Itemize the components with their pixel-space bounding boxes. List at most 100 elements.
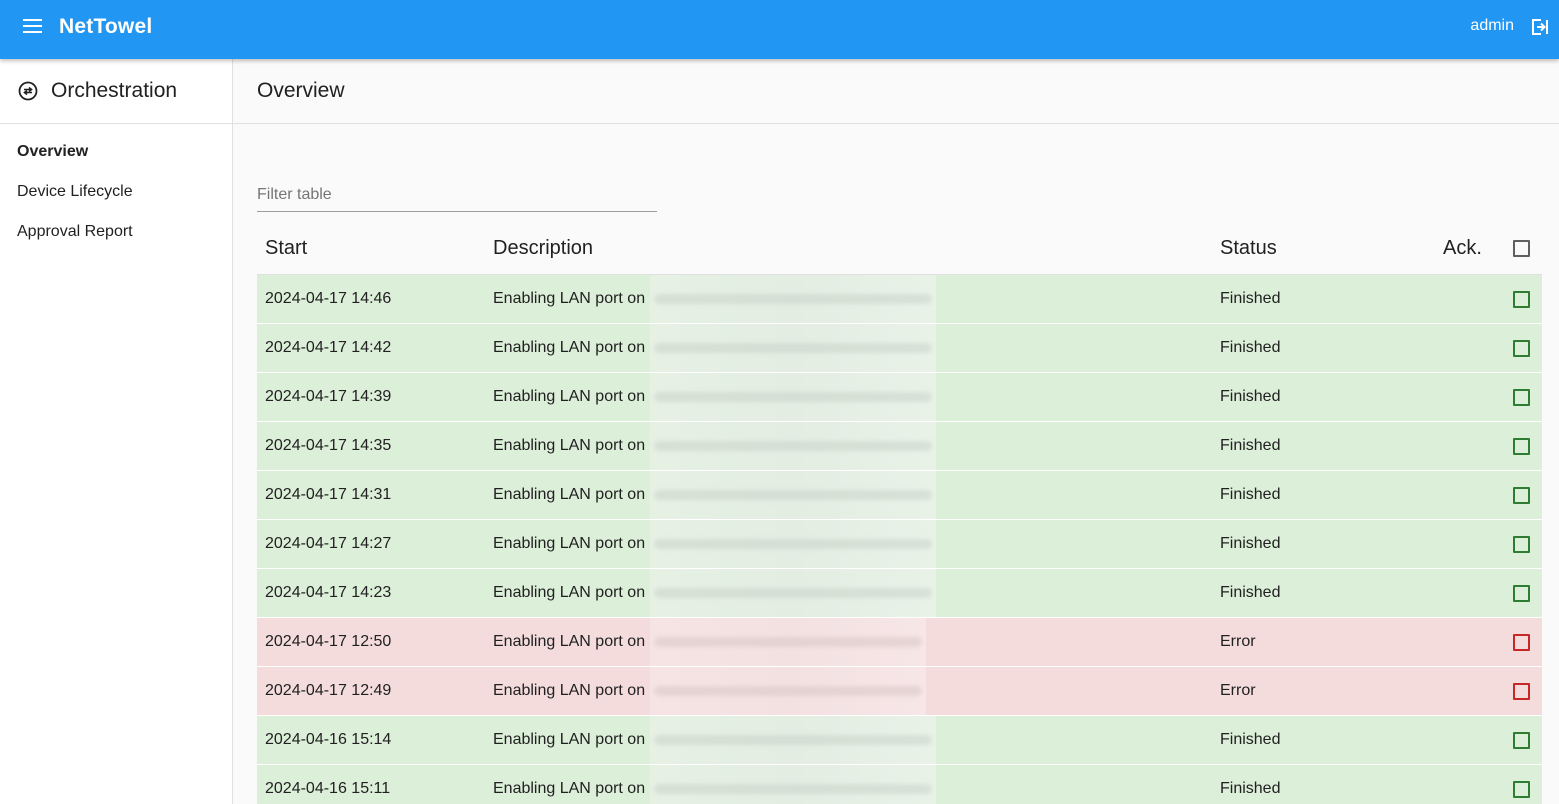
row-start-time: 2024-04-17 14:35 (265, 437, 392, 454)
row-description-text: Enabling LAN port on (493, 682, 646, 699)
row-status: Finished (1220, 486, 1281, 503)
table-row[interactable]: 2024-04-17 14:39 Enabling LAN port on Fin… (257, 373, 1542, 422)
redacted-device-name (649, 324, 936, 372)
sync-arrows-icon (18, 81, 38, 101)
row-description: Enabling LAN port on (493, 618, 926, 666)
row-ack-checkbox[interactable] (1513, 781, 1530, 798)
row-ack-checkbox[interactable] (1513, 389, 1530, 406)
row-ack-checkbox[interactable] (1513, 634, 1530, 651)
row-description: Enabling LAN port on (493, 569, 936, 617)
sidebar-nav: Overview Device Lifecycle Approval Repor… (0, 124, 232, 258)
row-description-text: Enabling LAN port on (493, 780, 646, 797)
row-description: Enabling LAN port on (493, 275, 936, 323)
row-ack-checkbox[interactable] (1513, 340, 1530, 357)
select-all-checkbox[interactable] (1513, 240, 1530, 257)
row-description: Enabling LAN port on (493, 471, 936, 519)
row-ack-checkbox[interactable] (1513, 683, 1530, 700)
row-description-text: Enabling LAN port on (493, 584, 646, 601)
redacted-device-name (649, 569, 936, 617)
menu-icon[interactable] (23, 19, 43, 35)
row-description-text: Enabling LAN port on (493, 633, 646, 650)
row-ack-checkbox[interactable] (1513, 438, 1530, 455)
row-start-time: 2024-04-17 12:50 (265, 633, 392, 650)
row-description-text: Enabling LAN port on (493, 339, 646, 356)
row-description-text: Enabling LAN port on (493, 290, 646, 307)
row-start-time: 2024-04-17 14:23 (265, 584, 392, 601)
table-row[interactable]: 2024-04-17 12:50 Enabling LAN port on Err… (257, 618, 1542, 667)
row-ack-checkbox[interactable] (1513, 732, 1530, 749)
row-status: Error (1220, 682, 1256, 699)
row-description-text: Enabling LAN port on (493, 535, 646, 552)
column-header-status[interactable]: Status (1220, 237, 1277, 260)
row-description-text: Enabling LAN port on (493, 486, 646, 503)
row-status: Error (1220, 633, 1256, 650)
row-ack-checkbox[interactable] (1513, 291, 1530, 308)
redacted-device-name (649, 422, 936, 470)
tasks-table: Start Description Status Ack. 2024-04-17… (257, 223, 1542, 804)
sidebar-item-approval-report[interactable]: Approval Report (0, 218, 232, 258)
table-row[interactable]: 2024-04-17 14:35 Enabling LAN port on Fin… (257, 422, 1542, 471)
row-start-time: 2024-04-17 14:31 (265, 486, 392, 503)
row-status: Finished (1220, 339, 1281, 356)
redacted-device-name (649, 471, 936, 519)
row-status: Finished (1220, 437, 1281, 454)
table-row[interactable]: 2024-04-16 15:14 Enabling LAN port on Fin… (257, 716, 1542, 765)
row-start-time: 2024-04-16 15:11 (265, 780, 391, 797)
table-row[interactable]: 2024-04-17 14:46 Enabling LAN port on Fin… (257, 275, 1542, 324)
redacted-device-name (649, 667, 926, 715)
sidebar-item-overview[interactable]: Overview (0, 138, 232, 178)
table-header: Start Description Status Ack. (257, 223, 1542, 275)
row-start-time: 2024-04-17 14:42 (265, 339, 392, 356)
row-status: Finished (1220, 731, 1281, 748)
row-status: Finished (1220, 388, 1281, 405)
table-row[interactable]: 2024-04-17 14:27 Enabling LAN port on Fin… (257, 520, 1542, 569)
table-row[interactable]: 2024-04-16 15:11 Enabling LAN port on Fin… (257, 765, 1542, 804)
table-row[interactable]: 2024-04-17 14:42 Enabling LAN port on Fin… (257, 324, 1542, 373)
main-content: Overview Start Description Status Ack. 2… (233, 59, 1559, 804)
row-description: Enabling LAN port on (493, 667, 926, 715)
filter-table-input[interactable] (257, 179, 657, 212)
column-header-start[interactable]: Start (265, 237, 307, 260)
row-start-time: 2024-04-17 14:27 (265, 535, 392, 552)
sidebar-item-device-lifecycle[interactable]: Device Lifecycle (0, 178, 232, 218)
user-name[interactable]: admin (1470, 17, 1514, 35)
row-status: Finished (1220, 584, 1281, 601)
row-ack-checkbox[interactable] (1513, 487, 1530, 504)
row-start-time: 2024-04-17 12:49 (265, 682, 392, 699)
table-row[interactable]: 2024-04-17 12:49 Enabling LAN port on Err… (257, 667, 1542, 716)
redacted-device-name (649, 618, 926, 666)
row-description: Enabling LAN port on (493, 520, 936, 568)
row-status: Finished (1220, 780, 1281, 797)
row-description-text: Enabling LAN port on (493, 437, 646, 454)
column-header-ack[interactable]: Ack. (1443, 237, 1482, 260)
row-description: Enabling LAN port on (493, 716, 936, 764)
sidebar: Orchestration Overview Device Lifecycle … (0, 59, 233, 804)
logout-icon[interactable] (1530, 17, 1550, 37)
redacted-device-name (649, 765, 936, 804)
sidebar-title: Orchestration (51, 79, 178, 102)
column-header-description[interactable]: Description (493, 237, 593, 260)
main-header: Overview (233, 59, 1559, 124)
table-row[interactable]: 2024-04-17 14:23 Enabling LAN port on Fin… (257, 569, 1542, 618)
row-description: Enabling LAN port on (493, 422, 936, 470)
page-title: Overview (257, 79, 345, 102)
row-ack-checkbox[interactable] (1513, 536, 1530, 553)
redacted-device-name (649, 716, 936, 764)
row-status: Finished (1220, 290, 1281, 307)
row-status: Finished (1220, 535, 1281, 552)
top-app-bar: NetTowel admin (0, 0, 1559, 59)
row-description-text: Enabling LAN port on (493, 388, 646, 405)
row-description: Enabling LAN port on (493, 765, 936, 804)
table-body: 2024-04-17 14:46 Enabling LAN port on Fin… (257, 275, 1542, 804)
redacted-device-name (649, 373, 936, 421)
app-title[interactable]: NetTowel (59, 15, 152, 39)
redacted-device-name (649, 275, 936, 323)
row-start-time: 2024-04-17 14:39 (265, 388, 392, 405)
row-ack-checkbox[interactable] (1513, 585, 1530, 602)
sidebar-header: Orchestration (0, 59, 232, 124)
row-description-text: Enabling LAN port on (493, 731, 646, 748)
row-start-time: 2024-04-16 15:14 (265, 731, 392, 748)
row-start-time: 2024-04-17 14:46 (265, 290, 392, 307)
row-description: Enabling LAN port on (493, 373, 936, 421)
table-row[interactable]: 2024-04-17 14:31 Enabling LAN port on Fin… (257, 471, 1542, 520)
